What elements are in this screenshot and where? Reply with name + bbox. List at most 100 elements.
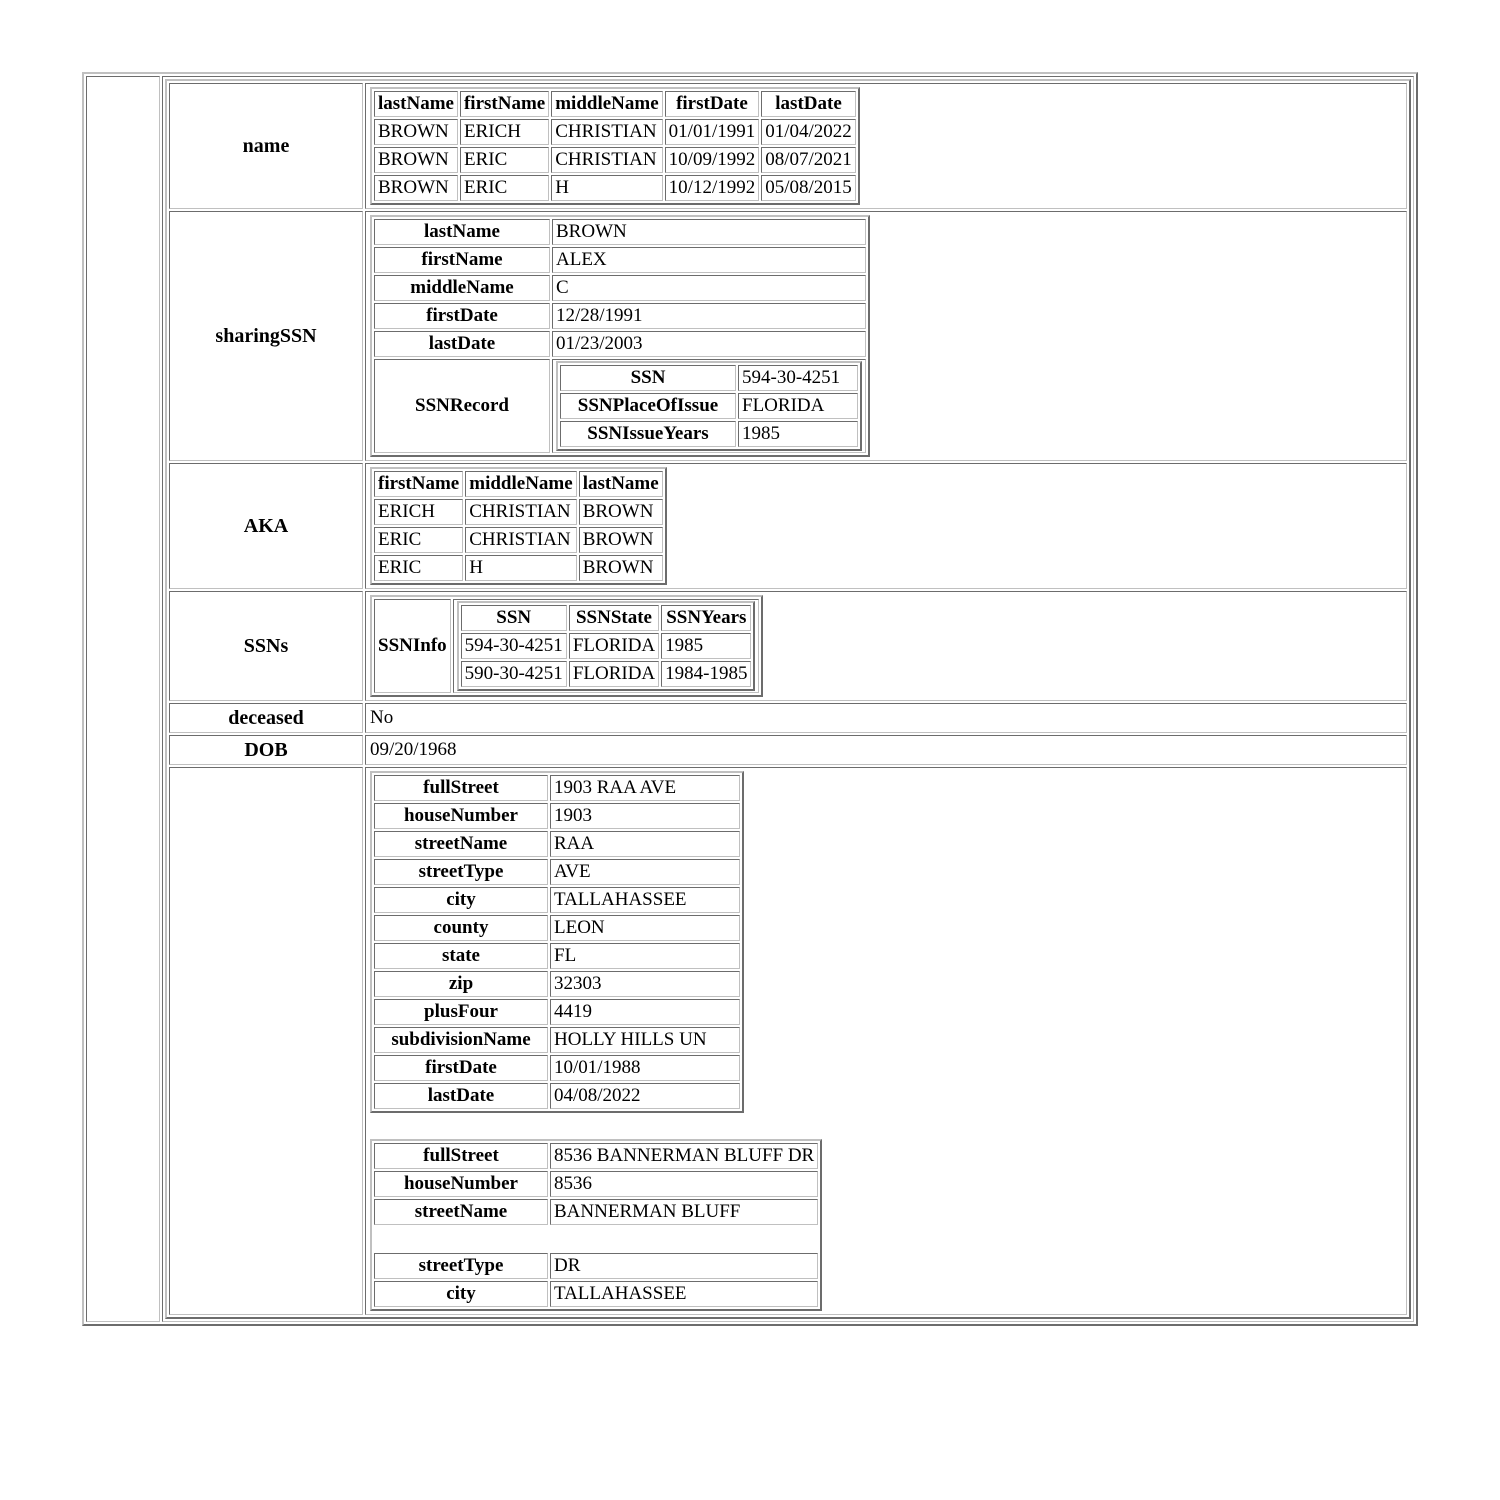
column-header: SSNState (568, 605, 660, 631)
address-field-label: zip (374, 971, 548, 997)
column-header: lastName (578, 471, 663, 497)
section-content: 09/20/1968 (365, 735, 1407, 765)
field-label: lastDate (374, 331, 550, 357)
table-row: BROWN ERIC CHRISTIAN 10/09/1992 08/07/2021 (374, 147, 856, 173)
table-row: ERIC CHRISTIAN BROWN (374, 527, 663, 553)
address-field-value: 4419 (550, 999, 740, 1025)
section-label: DOB (169, 735, 363, 765)
table-cell: ERICH (459, 119, 550, 145)
section-content: lastName firstName middleName firstDate last… (365, 83, 1407, 209)
field-value: 594-30-4251 (738, 365, 858, 391)
address-table: fullStreet 1903 RAA AVE houseNumber 1903 str… (370, 771, 744, 1113)
section-content: lastName BROWN firstName ALEX middleName Cfir… (365, 211, 1407, 461)
table-header-row: SSN SSNState SSNYears (460, 605, 752, 631)
table-cell: CHRISTIAN (551, 147, 663, 173)
address-row: city TALLAHASSEE (374, 1281, 819, 1307)
table-cell: H (551, 175, 663, 201)
key-value-row: middleName C (374, 275, 866, 301)
address-row: zip 32303 (374, 971, 740, 997)
section-label: deceased (169, 703, 363, 733)
address-field-value: AVE (550, 859, 740, 885)
column-header: middleName (551, 91, 663, 117)
address-field-label: fullStreet (374, 1143, 548, 1169)
address-field-label: city (374, 887, 548, 913)
column-header: lastName (374, 91, 458, 117)
address-spacer-row (374, 1227, 819, 1251)
table-row: BROWN ERICH CHRISTIAN 01/01/1991 01/04/2022 (374, 119, 856, 145)
data-grid-table: firstName middleName lastName ERICH CHRISTIA… (370, 467, 667, 585)
section-row-deceased: deceased No (169, 703, 1407, 733)
section-row-aka: AKA firstName middleName lastName ERICH CHRIS… (169, 463, 1407, 589)
table-cell: 590-30-4251 (460, 661, 567, 687)
scalar-value: 09/20/1968 (370, 739, 457, 760)
section-content: firstName middleName lastName ERICH CHRISTIA… (365, 463, 1407, 589)
table-cell: FLORIDA (568, 633, 660, 659)
labeled-grid-wrapper: SSNInfo SSN SSNState SSNYears 594-30-4251 FLO… (370, 595, 764, 697)
address-field-value: 8536 (550, 1171, 819, 1197)
table-cell: CHRISTIAN (465, 499, 577, 525)
outer-row: name lastName firstName middleName firstDate… (86, 76, 1414, 1322)
key-value-row: firstName ALEX (374, 247, 866, 273)
address-row: streetType AVE (374, 859, 740, 885)
field-label: middleName (374, 275, 550, 301)
table-cell: 10/12/1992 (664, 175, 760, 201)
field-value: 12/28/1991 (552, 303, 866, 329)
address-field-label: fullStreet (374, 775, 548, 801)
address-field-label: county (374, 915, 548, 941)
labeled-grid-row: SSNInfo SSN SSNState SSNYears 594-30-4251 FLO… (374, 599, 760, 693)
address-table: fullStreet 8536 BANNERMAN BLUFF DR houseNu… (370, 1139, 823, 1311)
key-value-row: SSNPlaceOfIssue FLORIDA (560, 393, 858, 419)
field-value: 01/23/2003 (552, 331, 866, 357)
address-field-value: 1903 (550, 803, 740, 829)
table-row: ERIC H BROWN (374, 555, 663, 581)
address-row: state FL (374, 943, 740, 969)
field-value: FLORIDA (738, 393, 858, 419)
address-row: houseNumber 8536 (374, 1171, 819, 1197)
address-row: streetType DR (374, 1253, 819, 1279)
data-grid-table: lastName firstName middleName firstDate last… (370, 87, 860, 205)
section-row-sharingssn: sharingSSN lastName BROWN firstName ALEX midd… (169, 211, 1407, 461)
section-label: name (169, 83, 363, 209)
address-field-value: 32303 (550, 971, 740, 997)
record-outer-table: name lastName firstName middleName firstDate… (82, 72, 1418, 1326)
address-field-value: LEON (550, 915, 740, 941)
section-content: fullStreet 1903 RAA AVE houseNumber 1903 str… (365, 767, 1407, 1315)
scalar-value: No (370, 707, 394, 728)
key-value-row: lastDate 01/23/2003 (374, 331, 866, 357)
column-header: middleName (465, 471, 577, 497)
section-label: SSNs (169, 591, 363, 701)
address-row: county LEON (374, 915, 740, 941)
address-field-label: city (374, 1281, 548, 1307)
address-field-value: 04/08/2022 (550, 1083, 740, 1109)
field-label: lastName (374, 219, 550, 245)
table-cell: BROWN (578, 527, 663, 553)
document-page: name lastName firstName middleName firstDate… (0, 0, 1500, 1326)
field-label: SSN (560, 365, 736, 391)
column-header: SSN (460, 605, 567, 631)
table-row: BROWN ERIC H 10/12/1992 05/08/2015 (374, 175, 856, 201)
key-value-row: lastName BROWN (374, 219, 866, 245)
field-value: C (552, 275, 866, 301)
address-row: fullStreet 8536 BANNERMAN BLUFF DR (374, 1143, 819, 1169)
table-cell: ERIC (459, 175, 550, 201)
address-field-label: plusFour (374, 999, 548, 1025)
table-row: 590-30-4251 FLORIDA 1984-1985 (460, 661, 752, 687)
table-cell: ERICH (374, 499, 464, 525)
address-row: streetName BANNERMAN BLUFF (374, 1199, 819, 1225)
section-content: SSNInfo SSN SSNState SSNYears 594-30-4251 FLO… (365, 591, 1407, 701)
field-label: SSNIssueYears (560, 421, 736, 447)
nested-record-row: SSNRecord SSN 594-30-4251 SSNPlaceOfIssue FL… (374, 359, 866, 453)
table-cell: 594-30-4251 (460, 633, 567, 659)
section-row-ssns: SSNs SSNInfo SSN SSNState SSNYears 594-30-425… (169, 591, 1407, 701)
field-value: BROWN (552, 219, 866, 245)
section-row-name: name lastName firstName middleName firstDate… (169, 83, 1407, 209)
address-row: lastDate 04/08/2022 (374, 1083, 740, 1109)
table-header-row: firstName middleName lastName (374, 471, 663, 497)
key-value-row: firstDate 12/28/1991 (374, 303, 866, 329)
labeled-grid-content: SSN SSNState SSNYears 594-30-4251 FLORIDA 198… (452, 599, 760, 693)
table-cell: CHRISTIAN (465, 527, 577, 553)
table-cell: ERIC (374, 555, 464, 581)
address-field-label: lastDate (374, 1083, 548, 1109)
key-value-table: SSN 594-30-4251 SSNPlaceOfIssue FLORIDA SSNI… (556, 361, 862, 451)
address-field-label: streetName (374, 831, 548, 857)
